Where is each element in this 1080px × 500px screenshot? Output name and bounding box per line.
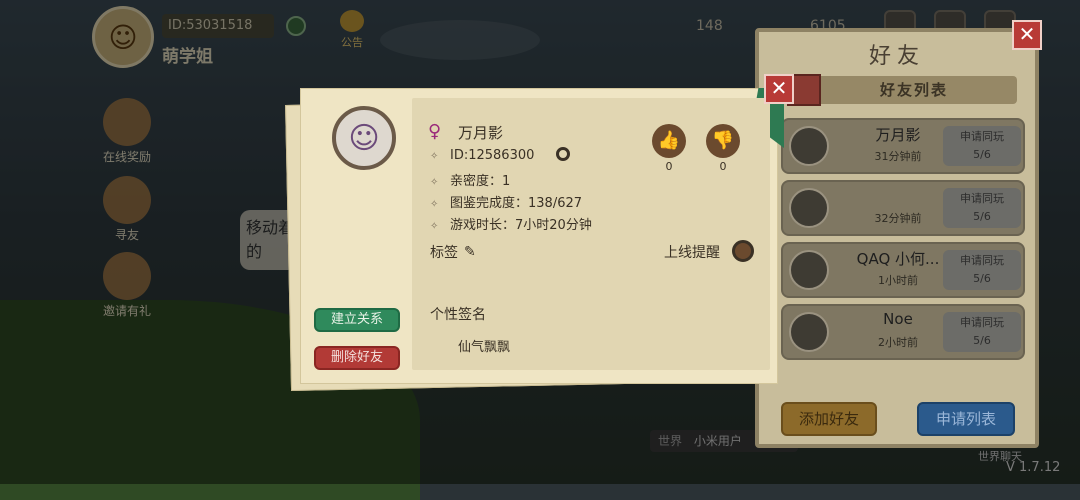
bullet-icon: ✧ (430, 199, 439, 210)
like-count: 0 (665, 160, 673, 173)
add-friend-button[interactable]: 添加好友 (781, 402, 877, 436)
bullet-icon: ✧ (430, 221, 439, 232)
profile-name: 万月影 (458, 124, 504, 142)
copy-id-icon[interactable] (556, 147, 570, 161)
tag-label: 标签 (430, 245, 458, 261)
request-play-button[interactable]: 申请同玩 5/6 (943, 250, 1021, 290)
request-list-button[interactable]: 申请列表 (917, 402, 1015, 436)
playtime-row: ✧ 游戏时长：7小时20分钟 (430, 214, 592, 233)
party-count: 5/6 (973, 272, 991, 285)
bullet-icon: ✧ (430, 151, 439, 162)
request-play-button[interactable]: 申请同玩 5/6 (943, 312, 1021, 352)
friend-row[interactable]: 万月影 31分钟前 申请同玩 5/6 (781, 118, 1025, 174)
party-count: 5/6 (973, 148, 991, 161)
friend-row[interactable]: 32分钟前 申请同玩 5/6 (781, 180, 1025, 236)
friend-profile-card: ☺ 建立关系 删除好友 ♀ 万月影 ✧ ID:12586300 ✧ 亲密度：1 ✧ 图… (285, 88, 784, 391)
intimacy-row: ✧ 亲密度：1 (430, 170, 510, 189)
party-count: 5/6 (973, 210, 991, 223)
online-reminder-toggle[interactable] (732, 240, 754, 262)
friend-avatar (789, 250, 829, 290)
thumbs-down-icon[interactable]: 👎 (706, 124, 740, 158)
party-count: 5/6 (973, 334, 991, 347)
friends-panel-title: 好友 (868, 44, 925, 69)
online-reminder-label: 上线提醒 (664, 245, 720, 261)
thumbs-up-icon[interactable]: 👍 (652, 124, 686, 158)
friend-last-online: 2小时前 (878, 336, 918, 349)
female-icon: ♀ (428, 121, 442, 142)
signature-text: 仙气飘飘 (458, 340, 511, 355)
collection-progress: 图鉴完成度：138/627 (450, 196, 583, 211)
request-play-label: 申请同玩 (960, 130, 1004, 143)
tab-friend-list[interactable]: 好友列表 (811, 76, 1017, 104)
friend-name: 万月影 (875, 126, 921, 144)
friend-row[interactable]: QAQ 小何... 1小时前 申请同玩 5/6 (781, 242, 1025, 298)
friend-row[interactable]: Noe 2小时前 申请同玩 5/6 (781, 304, 1025, 360)
friend-last-online: 31分钟前 (874, 150, 922, 163)
delete-friend-button[interactable]: 删除好友 (314, 346, 400, 370)
friend-name: Noe (883, 310, 913, 328)
profile-id: ID:12586300 (450, 148, 535, 163)
friend-last-online: 32分钟前 (874, 212, 922, 225)
request-play-label: 申请同玩 (960, 254, 1004, 267)
friends-panel: 好友 好友列表 万月影 31分钟前 申请同玩 5/6 32分钟前 申请同玩 5/6 … (755, 28, 1039, 448)
dislike-count: 0 (719, 160, 727, 173)
intimacy-value: 亲密度：1 (450, 174, 511, 189)
request-play-button[interactable]: 申请同玩 5/6 (943, 188, 1021, 228)
profile-id-row: ✧ ID:12586300 (430, 148, 534, 163)
playtime-value: 游戏时长：7小时20分钟 (450, 218, 592, 233)
edit-pencil-icon[interactable]: ✎ (464, 244, 476, 260)
request-play-label: 申请同玩 (960, 316, 1004, 329)
collection-row: ✧ 图鉴完成度：138/627 (430, 192, 582, 211)
bullet-icon: ✧ (430, 177, 439, 188)
friend-avatar (789, 126, 829, 166)
friend-last-online: 1小时前 (878, 274, 918, 287)
friend-name: QAQ 小何... (856, 250, 940, 268)
request-play-label: 申请同玩 (960, 192, 1004, 205)
signature-label: 个性签名 (430, 307, 486, 323)
close-profile-card-icon[interactable]: ✕ (764, 74, 794, 104)
build-relation-button[interactable]: 建立关系 (314, 308, 400, 332)
close-friends-panel-icon[interactable]: ✕ (1012, 20, 1042, 50)
friend-profile-avatar: ☺ (332, 106, 396, 170)
friend-avatar (789, 312, 829, 352)
request-play-button[interactable]: 申请同玩 5/6 (943, 126, 1021, 166)
friend-avatar (789, 188, 829, 228)
